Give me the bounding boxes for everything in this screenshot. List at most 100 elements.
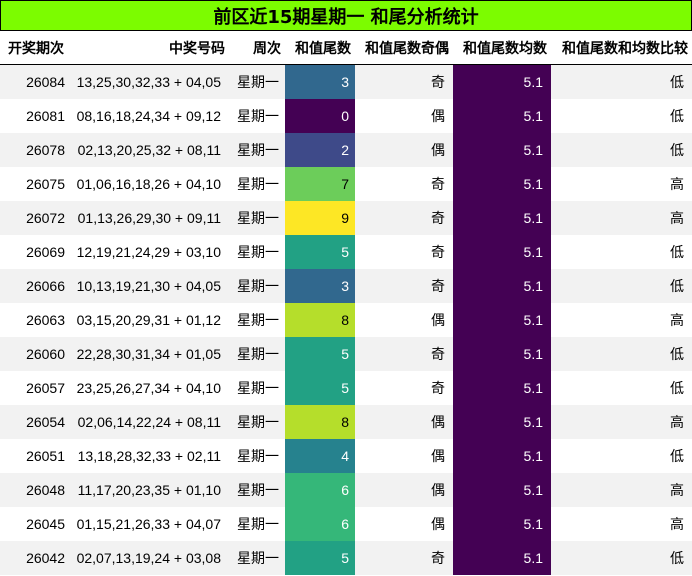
tail-cell: 7 [285,167,355,201]
period-cell: 26078 [0,133,71,167]
tail-cell: 3 [285,269,355,303]
tail-cell: 5 [285,541,355,575]
table-row: 26060 22,28,30,31,34 + 01,05 星期一 5 奇 5.1 低 [0,337,692,371]
parity-cell: 偶 [355,303,453,337]
weekday-cell: 星期一 [229,303,285,337]
average-cell: 5.1 [453,303,551,337]
table-row: 26066 10,13,19,21,30 + 04,05 星期一 3 奇 5.1 低 [0,269,692,303]
average-cell: 5.1 [453,473,551,507]
average-cell: 5.1 [453,99,551,133]
parity-cell: 奇 [355,269,453,303]
weekday-cell: 星期一 [229,167,285,201]
parity-cell: 奇 [355,371,453,405]
average-cell: 5.1 [453,64,551,99]
table-row: 26078 02,13,20,25,32 + 08,11 星期一 2 偶 5.1 低 [0,133,692,167]
tail-cell: 6 [285,473,355,507]
average-cell: 5.1 [453,507,551,541]
compare-cell: 低 [551,371,692,405]
compare-cell: 高 [551,507,692,541]
numbers-cell: 01,13,26,29,30 + 09,11 [71,201,229,235]
compare-cell: 高 [551,201,692,235]
compare-cell: 低 [551,337,692,371]
header-weekday: 周次 [229,31,285,65]
tail-cell: 8 [285,303,355,337]
parity-cell: 奇 [355,167,453,201]
header-numbers: 中奖号码 [71,31,229,65]
page: 前区近15期星期一 和尾分析统计 开奖期次 中奖号码 周次 和值尾数 和值尾数奇… [0,0,692,576]
header-compare: 和值尾数和均数比较 [551,31,692,65]
average-cell: 5.1 [453,371,551,405]
weekday-cell: 星期一 [229,439,285,473]
tail-cell: 4 [285,439,355,473]
tail-cell: 8 [285,405,355,439]
numbers-cell: 12,19,21,24,29 + 03,10 [71,235,229,269]
compare-cell: 高 [551,303,692,337]
table-row: 26063 03,15,20,29,31 + 01,12 星期一 8 偶 5.1 高 [0,303,692,337]
parity-cell: 奇 [355,64,453,99]
tail-cell: 6 [285,507,355,541]
table-row: 26042 02,07,13,19,24 + 03,08 星期一 5 奇 5.1 低 [0,541,692,575]
compare-cell: 高 [551,167,692,201]
period-cell: 26054 [0,405,71,439]
parity-cell: 偶 [355,439,453,473]
average-cell: 5.1 [453,439,551,473]
table-row: 26069 12,19,21,24,29 + 03,10 星期一 5 奇 5.1 低 [0,235,692,269]
parity-cell: 偶 [355,99,453,133]
table-row: 26081 08,16,18,24,34 + 09,12 星期一 0 偶 5.1 低 [0,99,692,133]
table-row: 26075 01,06,16,18,26 + 04,10 星期一 7 奇 5.1 高 [0,167,692,201]
period-cell: 26069 [0,235,71,269]
tail-cell: 5 [285,371,355,405]
parity-cell: 偶 [355,133,453,167]
parity-cell: 奇 [355,541,453,575]
numbers-cell: 13,25,30,32,33 + 04,05 [71,64,229,99]
numbers-cell: 01,06,16,18,26 + 04,10 [71,167,229,201]
numbers-cell: 08,16,18,24,34 + 09,12 [71,99,229,133]
compare-cell: 低 [551,439,692,473]
table-row: 26048 11,17,20,23,35 + 01,10 星期一 6 偶 5.1 高 [0,473,692,507]
table-row: 26051 13,18,28,32,33 + 02,11 星期一 4 偶 5.1 低 [0,439,692,473]
tail-cell: 5 [285,235,355,269]
weekday-cell: 星期一 [229,507,285,541]
period-cell: 26051 [0,439,71,473]
header-tail: 和值尾数 [285,31,355,65]
weekday-cell: 星期一 [229,473,285,507]
period-cell: 26060 [0,337,71,371]
table-row: 26084 13,25,30,32,33 + 04,05 星期一 3 奇 5.1 低 [0,64,692,99]
compare-cell: 低 [551,541,692,575]
header-average: 和值尾数均数 [453,31,551,65]
period-cell: 26057 [0,371,71,405]
weekday-cell: 星期一 [229,405,285,439]
parity-cell: 奇 [355,201,453,235]
numbers-cell: 02,06,14,22,24 + 08,11 [71,405,229,439]
table-title: 前区近15期星期一 和尾分析统计 [0,0,692,31]
weekday-cell: 星期一 [229,64,285,99]
compare-cell: 低 [551,133,692,167]
compare-cell: 低 [551,235,692,269]
period-cell: 26066 [0,269,71,303]
average-cell: 5.1 [453,337,551,371]
average-cell: 5.1 [453,167,551,201]
compare-cell: 高 [551,473,692,507]
period-cell: 26042 [0,541,71,575]
tail-cell: 3 [285,64,355,99]
period-cell: 26075 [0,167,71,201]
numbers-cell: 11,17,20,23,35 + 01,10 [71,473,229,507]
weekday-cell: 星期一 [229,337,285,371]
numbers-cell: 10,13,19,21,30 + 04,05 [71,269,229,303]
header-row: 开奖期次 中奖号码 周次 和值尾数 和值尾数奇偶 和值尾数均数 和值尾数和均数比… [0,31,692,65]
header-parity: 和值尾数奇偶 [355,31,453,65]
header-period: 开奖期次 [0,31,71,65]
parity-cell: 偶 [355,507,453,541]
tail-cell: 9 [285,201,355,235]
tail-cell: 2 [285,133,355,167]
compare-cell: 低 [551,99,692,133]
table-row: 26057 23,25,26,27,34 + 04,10 星期一 5 奇 5.1 低 [0,371,692,405]
numbers-cell: 13,18,28,32,33 + 02,11 [71,439,229,473]
period-cell: 26084 [0,64,71,99]
table-row: 26054 02,06,14,22,24 + 08,11 星期一 8 偶 5.1 高 [0,405,692,439]
stats-table: 开奖期次 中奖号码 周次 和值尾数 和值尾数奇偶 和值尾数均数 和值尾数和均数比… [0,31,692,575]
numbers-cell: 22,28,30,31,34 + 01,05 [71,337,229,371]
period-cell: 26081 [0,99,71,133]
table-row: 26045 01,15,21,26,33 + 04,07 星期一 6 偶 5.1 高 [0,507,692,541]
weekday-cell: 星期一 [229,201,285,235]
